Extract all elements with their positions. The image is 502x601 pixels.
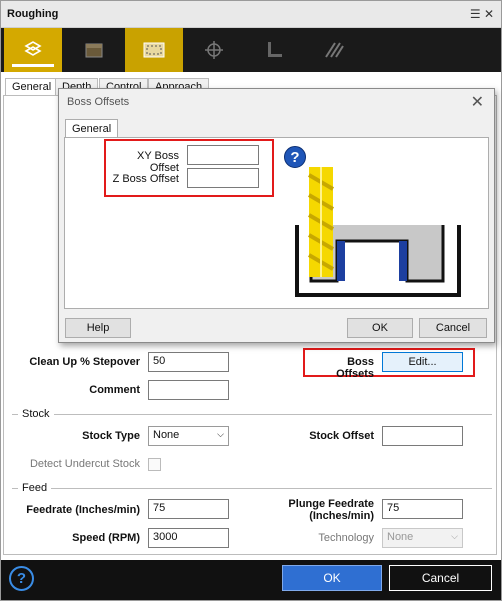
feed-divider [12, 488, 492, 489]
plunge-feedrate-label-line2: (Inches/min) [309, 510, 374, 522]
plunge-feedrate-label: Plunge Feedrate (Inches/min) [280, 498, 374, 522]
stock-section-title: Stock [18, 408, 54, 420]
feed-section-title: Feed [18, 482, 52, 494]
stock-type-select[interactable]: None ⌵ [148, 426, 229, 446]
ok-button[interactable]: OK [282, 565, 382, 591]
dialog-ok-button[interactable]: OK [347, 318, 413, 338]
target-icon[interactable] [185, 28, 243, 72]
dialog-cancel-button[interactable]: Cancel [419, 318, 487, 338]
detect-undercut-label: Detect Undercut Stock [29, 458, 140, 470]
feedrate-input[interactable]: 75 [148, 499, 229, 519]
xy-boss-offset-label: XY Boss Offset [137, 150, 179, 174]
boss-offset-illustration [295, 167, 461, 297]
boss-offsets-edit-button[interactable]: Edit... [382, 352, 463, 372]
feedrate-label: Feedrate (Inches/min) [26, 504, 140, 516]
close-icon[interactable]: ✕ [484, 7, 494, 21]
help-icon[interactable]: ? [9, 566, 34, 591]
cancel-button[interactable]: Cancel [389, 565, 492, 591]
chevron-down-icon: ⌵ [217, 429, 224, 439]
roughing-icon[interactable] [4, 28, 62, 72]
technology-label: Technology [318, 532, 374, 544]
comment-label: Comment [89, 384, 140, 396]
stock-type-value: None [153, 429, 180, 441]
z-boss-offset-label: Z Boss Offset [112, 173, 179, 185]
plunge-feedrate-input[interactable]: 75 [382, 499, 463, 519]
technology-value: None [387, 531, 414, 543]
z-boss-offset-input[interactable] [187, 168, 259, 188]
pattern-icon[interactable] [305, 28, 363, 72]
depth-block-icon[interactable] [65, 28, 123, 72]
xy-boss-offset-input[interactable] [187, 145, 259, 165]
boundary-icon[interactable] [125, 28, 183, 72]
dialog-title: Boss Offsets [67, 96, 130, 108]
cleanup-stepover-label: Clean Up % Stepover [29, 356, 140, 368]
stock-type-label: Stock Type [82, 430, 140, 442]
toolbar [1, 28, 501, 72]
speed-label: Speed (RPM) [72, 532, 140, 544]
technology-select: None ⌵ [382, 528, 463, 548]
window-controls[interactable]: ☰ ✕ [470, 7, 494, 21]
boss-offsets-label: Boss Offsets [336, 356, 374, 380]
comment-input[interactable] [148, 380, 229, 400]
detect-undercut-checkbox[interactable] [148, 458, 161, 471]
stock-divider [12, 414, 492, 415]
speed-input[interactable]: 3000 [148, 528, 229, 548]
chevron-down-icon: ⌵ [451, 531, 458, 541]
properties-icon[interactable]: ☰ [470, 7, 481, 21]
close-icon[interactable]: ✕ [471, 92, 484, 112]
plunge-feedrate-label-line1: Plunge Feedrate [288, 498, 374, 510]
corner-icon[interactable] [245, 28, 303, 72]
window-title: Roughing [7, 8, 59, 20]
stock-offset-input[interactable] [382, 426, 463, 446]
title-bar [1, 1, 501, 28]
boss-offsets-dialog: Boss Offsets ✕ General XY Boss Offset Z … [58, 88, 495, 343]
dialog-tab-general[interactable]: General [65, 119, 119, 138]
cleanup-stepover-input[interactable]: 50 [148, 352, 229, 372]
stock-offset-label: Stock Offset [309, 430, 374, 442]
dialog-help-button[interactable]: Help [65, 318, 131, 338]
tab-general[interactable]: General [5, 78, 59, 96]
